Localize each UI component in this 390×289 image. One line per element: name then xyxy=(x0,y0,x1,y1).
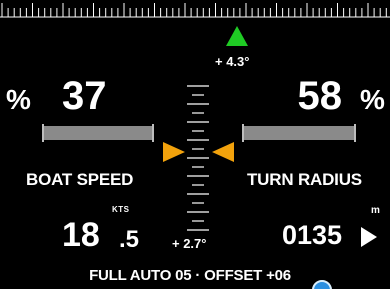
speed-bar-right-tick xyxy=(152,124,154,142)
boat-speed-label: BOAT SPEED xyxy=(26,170,134,189)
turn-radius-value: 0135 xyxy=(282,220,343,250)
speed-unit: KTS xyxy=(112,205,130,214)
heading-up-arrow-icon xyxy=(226,26,248,46)
left-pointer-arrow-icon xyxy=(163,142,185,162)
speed-value-decimal: .5 xyxy=(119,226,140,253)
top-angle-readout: + 4.3° xyxy=(215,54,250,69)
speed-percent-symbol: % xyxy=(6,84,31,115)
radius-percent-symbol: % xyxy=(360,84,385,115)
speed-bar xyxy=(42,124,154,142)
speed-value-integer: 18 xyxy=(62,216,100,254)
autopilot-screen: + 4.3° % 37 58 % BOAT SPEED TURN RADIUS … xyxy=(0,0,390,289)
radius-play-arrow-icon[interactable] xyxy=(361,227,377,247)
speed-percent-value: 37 xyxy=(62,74,107,118)
speed-bar-left-tick xyxy=(42,124,44,142)
radius-bar-right-tick xyxy=(354,124,356,142)
radius-bar-left-tick xyxy=(242,124,244,142)
radius-percent-value: 58 xyxy=(297,74,343,118)
center-scale xyxy=(187,85,209,231)
radius-unit: m xyxy=(371,205,380,216)
heading-ruler xyxy=(0,3,390,18)
bottom-angle-readout: + 2.7° xyxy=(172,236,207,251)
turn-radius-label: TURN RADIUS xyxy=(247,170,362,189)
right-pointer-arrow-icon xyxy=(212,142,234,162)
radius-bar xyxy=(242,124,356,142)
